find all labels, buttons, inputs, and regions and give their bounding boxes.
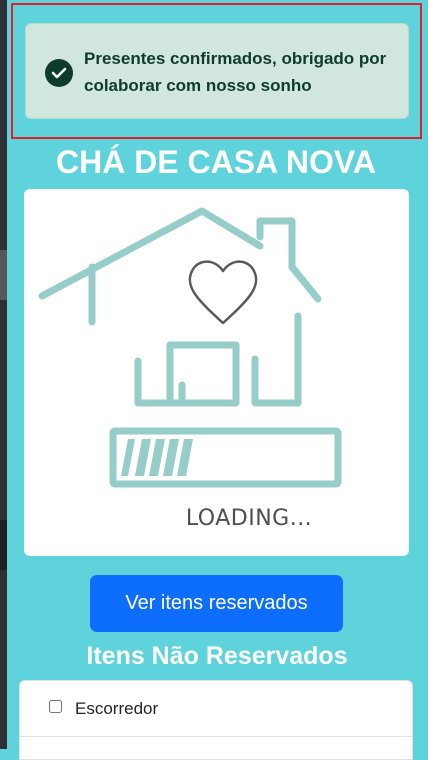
alert-message: Presentes confirmados, obrigado por cola…	[84, 49, 387, 95]
edge-mark	[0, 520, 7, 570]
unreserved-section-title: Itens Não Reservados	[86, 642, 348, 670]
hero-image-card: LOADING...	[24, 189, 409, 556]
item-label: Escorredor	[75, 699, 159, 718]
house-heart-loading-illustration	[38, 207, 342, 488]
edge-mark	[0, 250, 7, 300]
list-item[interactable]: Escorredor	[20, 681, 412, 737]
check-circle-icon	[45, 59, 73, 87]
view-reserved-button[interactable]: Ver itens reservados	[90, 575, 343, 632]
item-checkbox[interactable]	[49, 700, 62, 713]
unreserved-items-list: Escorredor	[19, 680, 413, 760]
loading-bar-stripes	[121, 439, 193, 476]
loading-label: LOADING...	[185, 506, 313, 531]
page-title: CHÁ DE CASA NOVA	[55, 144, 376, 180]
success-alert: Presentes confirmados, obrigado por cola…	[25, 23, 409, 119]
